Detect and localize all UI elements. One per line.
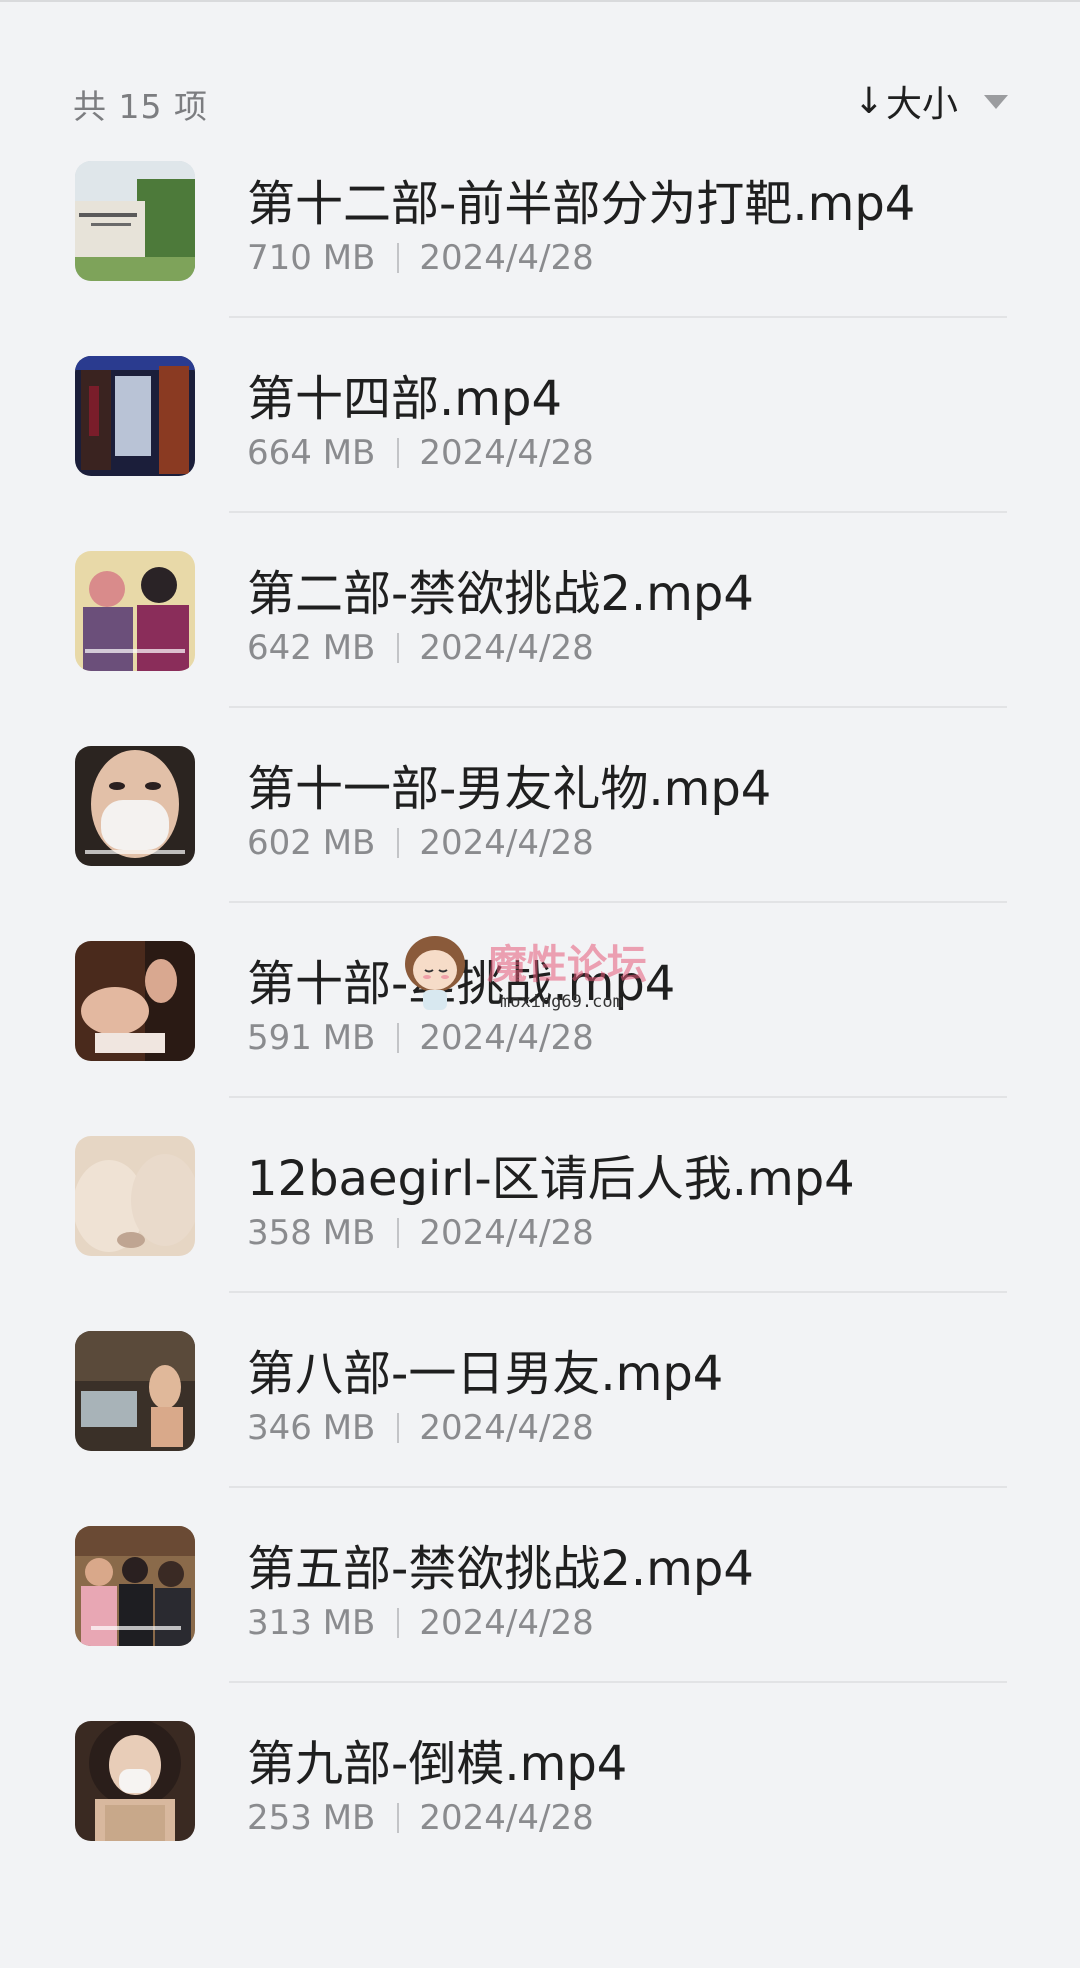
file-name: 第八部-一日男友.mp4	[247, 1346, 724, 1402]
file-size: 602 MB	[247, 823, 376, 863]
meta-separator	[397, 1803, 400, 1833]
video-thumbnail	[75, 551, 195, 671]
file-row[interactable]: 第五部-禁欲挑战2.mp4 313 MB 2024/4/28	[0, 1515, 1080, 1710]
video-thumbnail	[75, 161, 195, 281]
row-divider	[229, 511, 1007, 513]
sort-by-size-button[interactable]: ↓ 大小	[854, 76, 1008, 126]
file-name: 第十二部-前半部分为打靶.mp4	[247, 176, 916, 232]
caret-down-icon	[984, 95, 1008, 109]
row-divider	[229, 1291, 1007, 1293]
video-thumbnail	[75, 746, 195, 866]
meta-separator	[397, 828, 400, 858]
file-meta: 602 MB 2024/4/28	[247, 823, 594, 863]
meta-separator	[397, 243, 400, 273]
file-date: 2024/4/28	[419, 1408, 594, 1448]
video-thumbnail	[75, 941, 195, 1061]
file-size: 642 MB	[247, 628, 376, 668]
video-thumbnail	[75, 1331, 195, 1451]
file-date: 2024/4/28	[419, 433, 594, 473]
file-row[interactable]: 第十一部-男友礼物.mp4 602 MB 2024/4/28	[0, 735, 1080, 930]
watermark-text: 魔性论坛	[487, 942, 647, 988]
mascot-icon	[405, 936, 465, 1010]
file-row[interactable]: 12baegirl-区请后人我.mp4 358 MB 2024/4/28	[0, 1125, 1080, 1320]
file-size: 346 MB	[247, 1408, 376, 1448]
meta-separator	[397, 438, 400, 468]
file-meta: 710 MB 2024/4/28	[247, 238, 594, 278]
video-thumbnail	[75, 1136, 195, 1256]
file-meta: 346 MB 2024/4/28	[247, 1408, 594, 1448]
file-meta: 253 MB 2024/4/28	[247, 1798, 594, 1838]
file-date: 2024/4/28	[419, 238, 594, 278]
row-divider	[229, 1486, 1007, 1488]
video-thumbnail	[75, 1721, 195, 1841]
meta-separator	[397, 1608, 400, 1638]
file-name: 第二部-禁欲挑战2.mp4	[247, 566, 754, 622]
item-count: 共 15 项	[73, 87, 208, 126]
meta-separator	[397, 633, 400, 663]
row-divider	[229, 1096, 1007, 1098]
file-meta: 642 MB 2024/4/28	[247, 628, 594, 668]
top-divider	[0, 0, 1080, 2]
file-date: 2024/4/28	[419, 1603, 594, 1643]
file-meta: 358 MB 2024/4/28	[247, 1213, 594, 1253]
file-size: 313 MB	[247, 1603, 376, 1643]
file-date: 2024/4/28	[419, 1213, 594, 1253]
file-row[interactable]: 第二部-禁欲挑战2.mp4 642 MB 2024/4/28	[0, 540, 1080, 735]
row-divider	[229, 901, 1007, 903]
file-name: 第五部-禁欲挑战2.mp4	[247, 1541, 754, 1597]
file-name: 第十四部.mp4	[247, 371, 563, 427]
file-size: 591 MB	[247, 1018, 376, 1058]
file-name: 第九部-倒模.mp4	[247, 1736, 628, 1792]
meta-separator	[397, 1023, 400, 1053]
file-date: 2024/4/28	[419, 628, 594, 668]
video-thumbnail	[75, 356, 195, 476]
watermark: 魔性论坛 moxing69.com	[395, 930, 675, 1020]
file-date: 2024/4/28	[419, 1018, 594, 1058]
row-divider	[229, 706, 1007, 708]
file-date: 2024/4/28	[419, 1798, 594, 1838]
arrow-down-icon: ↓	[853, 80, 884, 122]
file-date: 2024/4/28	[419, 823, 594, 863]
file-row[interactable]: 第十四部.mp4 664 MB 2024/4/28	[0, 345, 1080, 540]
file-row[interactable]: 第九部-倒模.mp4 253 MB 2024/4/28	[0, 1710, 1080, 1905]
file-size: 253 MB	[247, 1798, 376, 1838]
sort-label: 大小	[885, 84, 958, 125]
video-thumbnail	[75, 1526, 195, 1646]
file-row[interactable]: 第十二部-前半部分为打靶.mp4 710 MB 2024/4/28	[0, 150, 1080, 345]
file-size: 710 MB	[247, 238, 376, 278]
file-meta: 591 MB 2024/4/28	[247, 1018, 594, 1058]
meta-separator	[397, 1413, 400, 1443]
watermark-url: moxing69.com	[500, 992, 623, 1012]
file-size: 358 MB	[247, 1213, 376, 1253]
row-divider	[229, 316, 1007, 318]
meta-separator	[397, 1218, 400, 1248]
file-meta: 664 MB 2024/4/28	[247, 433, 594, 473]
file-meta: 313 MB 2024/4/28	[247, 1603, 594, 1643]
list-header: 共 15 项 ↓ 大小	[73, 74, 1008, 126]
file-name: 第十一部-男友礼物.mp4	[247, 761, 772, 817]
row-divider	[229, 1681, 1007, 1683]
file-size: 664 MB	[247, 433, 376, 473]
file-name: 12baegirl-区请后人我.mp4	[247, 1151, 855, 1207]
file-row[interactable]: 第八部-一日男友.mp4 346 MB 2024/4/28	[0, 1320, 1080, 1515]
